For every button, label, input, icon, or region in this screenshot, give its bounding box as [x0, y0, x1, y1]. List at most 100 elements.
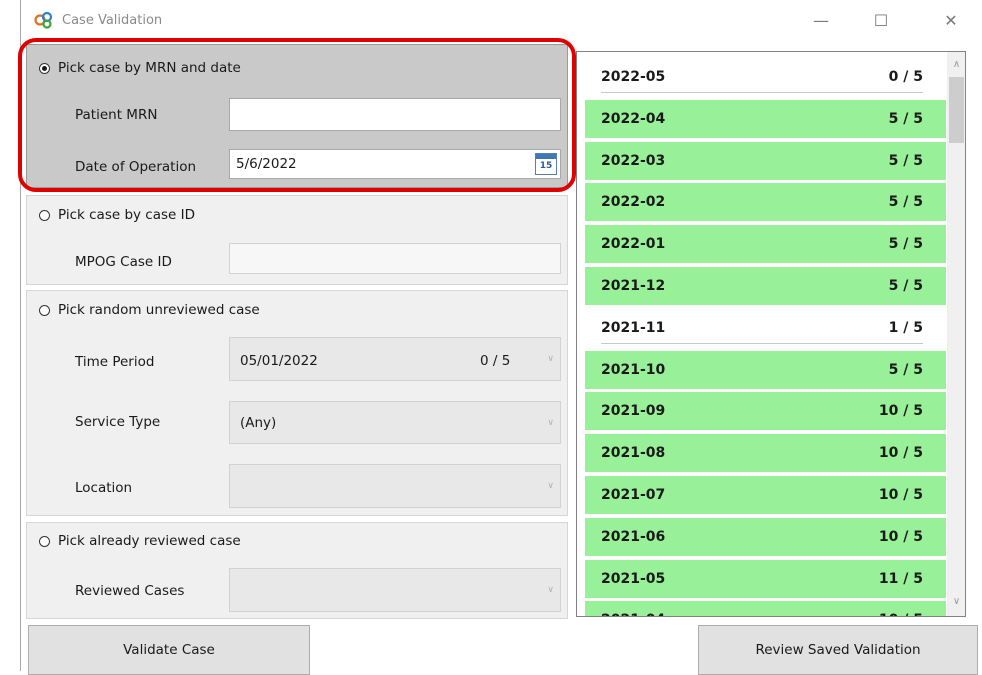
month-review-count: 10 / 5 [878, 445, 923, 461]
month-list-item[interactable]: 2021-04 10 / 5 [585, 601, 946, 616]
mrn-date-radio[interactable]: Pick case by MRN and date [39, 60, 241, 76]
radio-selected-icon[interactable] [39, 62, 50, 74]
month-label: 2021-05 [601, 571, 666, 587]
radio-unselected-icon[interactable] [39, 209, 50, 221]
calendar-icon[interactable]: 15 [535, 153, 557, 175]
minimize-button[interactable]: — [798, 4, 844, 36]
date-value: 5/6/2022 [236, 156, 297, 172]
month-label: 2021-06 [601, 529, 666, 545]
random-unreviewed-radio[interactable]: Pick random unreviewed case [39, 302, 260, 318]
app-logo-icon [34, 11, 54, 29]
vertical-scrollbar[interactable]: ∧ ∨ [947, 52, 965, 616]
month-list-item[interactable]: 2021-05 11 / 5 [585, 560, 946, 598]
patient-mrn-input[interactable] [229, 98, 561, 131]
minimize-icon: — [813, 10, 829, 30]
review-saved-validation-button[interactable]: Review Saved Validation [698, 625, 978, 675]
validate-case-button[interactable]: Validate Case [28, 625, 310, 675]
close-icon: ✕ [944, 10, 958, 30]
month-label: 2022-02 [601, 194, 666, 210]
month-review-count: 5 / 5 [888, 111, 923, 127]
patient-mrn-label: Patient MRN [75, 107, 158, 123]
month-list-item[interactable]: 2022-03 5 / 5 [585, 142, 946, 180]
case-id-radio[interactable]: Pick case by case ID [39, 207, 195, 223]
scroll-down-icon[interactable]: ∨ [948, 593, 965, 610]
month-review-count: 5 / 5 [888, 194, 923, 210]
time-period-value: 05/01/2022 [240, 353, 318, 369]
month-list-item[interactable]: 2021-11 1 / 5 [585, 309, 946, 347]
time-period-count: 0 / 5 [480, 353, 511, 369]
month-label: 2021-09 [601, 403, 666, 419]
reviewed-cases-label: Reviewed Cases [75, 583, 185, 599]
reviewed-cases-select[interactable]: ∨ [229, 568, 561, 612]
month-list-item[interactable]: 2022-04 5 / 5 [585, 100, 946, 138]
month-list-item[interactable]: 2021-08 10 / 5 [585, 434, 946, 472]
mrn-date-radio-label: Pick case by MRN and date [58, 60, 241, 76]
month-label: 2022-01 [601, 236, 666, 252]
month-review-count: 0 / 5 [888, 69, 923, 85]
month-list-item[interactable]: 2021-06 10 / 5 [585, 518, 946, 556]
chevron-down-icon: ∨ [547, 481, 554, 491]
chevron-down-icon: ∨ [547, 585, 554, 595]
month-list[interactable]: 2022-05 0 / 5 2022-04 5 / 5 2022-03 5 / 5 2022… [576, 51, 966, 617]
location-select[interactable]: ∨ [229, 464, 561, 508]
month-list-item[interactable]: 2021-10 5 / 5 [585, 351, 946, 389]
month-label: 2021-10 [601, 362, 666, 378]
chevron-down-icon: ∨ [547, 417, 554, 428]
already-reviewed-radio-label: Pick already reviewed case [58, 533, 241, 549]
row-underline [601, 343, 923, 344]
month-list-item[interactable]: 2021-09 10 / 5 [585, 392, 946, 430]
location-label: Location [75, 480, 133, 496]
month-label: 2022-04 [601, 111, 666, 127]
row-underline [601, 92, 923, 93]
mpog-case-id-input[interactable] [229, 243, 561, 274]
date-of-operation-picker[interactable]: 5/6/2022 15 [229, 149, 561, 179]
month-label: 2022-03 [601, 153, 666, 169]
month-label: 2021-08 [601, 445, 666, 461]
month-review-count: 11 / 5 [878, 571, 923, 587]
month-list-item[interactable]: 2022-05 0 / 5 [585, 58, 946, 96]
case-id-radio-label: Pick case by case ID [58, 207, 196, 223]
service-type-select[interactable]: (Any) ∨ [229, 401, 561, 444]
month-list-item[interactable]: 2021-12 5 / 5 [585, 267, 946, 305]
scrollbar-thumb[interactable] [949, 77, 964, 143]
close-button[interactable]: ✕ [928, 4, 974, 36]
random-unreviewed-group: Pick random unreviewed case Time Period … [26, 290, 568, 516]
month-label: 2021-04 [601, 612, 665, 616]
month-review-count: 5 / 5 [888, 236, 923, 252]
service-type-label: Service Type [75, 414, 161, 430]
time-period-label: Time Period [75, 354, 155, 370]
month-review-count: 10 / 5 [879, 612, 923, 616]
month-list-item[interactable]: 2022-02 5 / 5 [585, 183, 946, 221]
month-label: 2021-12 [601, 278, 666, 294]
month-review-count: 10 / 5 [878, 487, 923, 503]
month-review-count: 5 / 5 [888, 362, 923, 378]
mpog-case-id-label: MPOG Case ID [75, 254, 172, 270]
window-title: Case Validation [62, 13, 163, 28]
month-label: 2022-05 [601, 69, 666, 85]
maximize-icon: ☐ [873, 10, 889, 30]
radio-unselected-icon[interactable] [39, 304, 50, 316]
month-label: 2021-07 [601, 487, 666, 503]
mrn-date-group: Pick case by MRN and date Patient MRN Da… [26, 44, 568, 188]
month-list-item[interactable]: 2022-01 5 / 5 [585, 225, 946, 263]
time-period-select[interactable]: 05/01/2022 0 / 5 ∨ [229, 337, 561, 381]
chevron-down-icon: ∨ [547, 354, 554, 364]
service-type-value: (Any) [240, 415, 277, 431]
maximize-button[interactable]: ☐ [858, 4, 904, 36]
month-review-count: 10 / 5 [878, 403, 923, 419]
month-review-count: 1 / 5 [888, 320, 923, 336]
month-review-count: 5 / 5 [888, 153, 923, 169]
already-reviewed-group: Pick already reviewed case Reviewed Case… [26, 522, 568, 619]
month-list-item[interactable]: 2021-07 10 / 5 [585, 476, 946, 514]
radio-unselected-icon[interactable] [39, 535, 50, 547]
calendar-day: 15 [539, 161, 553, 171]
case-id-group: Pick case by case ID MPOG Case ID [26, 195, 568, 285]
month-review-count: 10 / 5 [878, 529, 923, 545]
month-label: 2021-11 [601, 320, 666, 336]
window-left-border [20, 0, 21, 671]
month-review-count: 5 / 5 [888, 278, 923, 294]
date-of-operation-label: Date of Operation [75, 159, 197, 175]
already-reviewed-radio[interactable]: Pick already reviewed case [39, 533, 241, 549]
random-unreviewed-radio-label: Pick random unreviewed case [58, 302, 260, 318]
scroll-up-icon[interactable]: ∧ [948, 56, 965, 73]
